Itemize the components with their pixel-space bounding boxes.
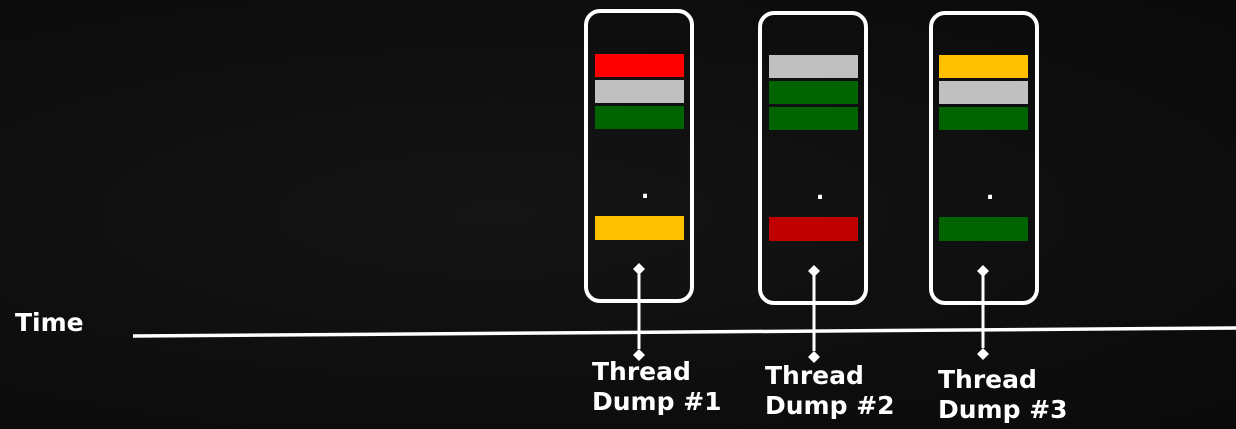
dump-label-1-line1: Thread [592,357,691,386]
thread-dump-3-stack-frame-bottom [939,217,1028,241]
dump-label-3-line2: Dump #3 [938,395,1068,424]
thread-dump-1-stack-frame-1 [595,54,684,77]
thread-dump-3-stack-frame-3 [939,107,1028,130]
thread-dump-3-connector-top-diamond [977,265,989,277]
thread-dump-3-ellipsis-dot: . [986,180,994,205]
thread-dump-3-connector-bottom-diamond [977,348,989,360]
thread-dump-diagram: Time ... Thread Dump #1 Thread Dump #2 T… [0,0,1236,429]
time-axis-line [132,326,1236,338]
thread-dump-1-stack-frame-bottom [595,216,684,240]
thread-dump-1-ellipsis-dot: . [641,179,649,204]
thread-dump-2-ellipsis-dot: . [816,180,824,205]
dump-label-1: Thread Dump #1 [592,357,722,417]
dump-label-1-line2: Dump #1 [592,387,722,416]
thread-dump-1-stack-frame-2 [595,80,684,103]
thread-dump-3-stack-frame-1 [939,55,1028,78]
thread-dump-3-stack-frame-2 [939,81,1028,104]
dump-label-3-line1: Thread [938,365,1037,394]
thread-dump-2-stack-frame-2 [769,81,858,104]
thread-dump-1-stack-frame-3 [595,106,684,129]
thread-dump-2-stack-frame-bottom [769,217,858,241]
thread-dump-2-stack-frame-3 [769,107,858,130]
thread-dump-2-stack-frame-1 [769,55,858,78]
thread-dump-2-connector-top-diamond [808,265,820,277]
thread-dump-1-connector-top-diamond [633,263,645,275]
dump-label-2: Thread Dump #2 [765,361,895,421]
dump-label-2-line1: Thread [765,361,864,390]
dump-label-3: Thread Dump #3 [938,365,1068,425]
dump-label-2-line2: Dump #2 [765,391,895,420]
